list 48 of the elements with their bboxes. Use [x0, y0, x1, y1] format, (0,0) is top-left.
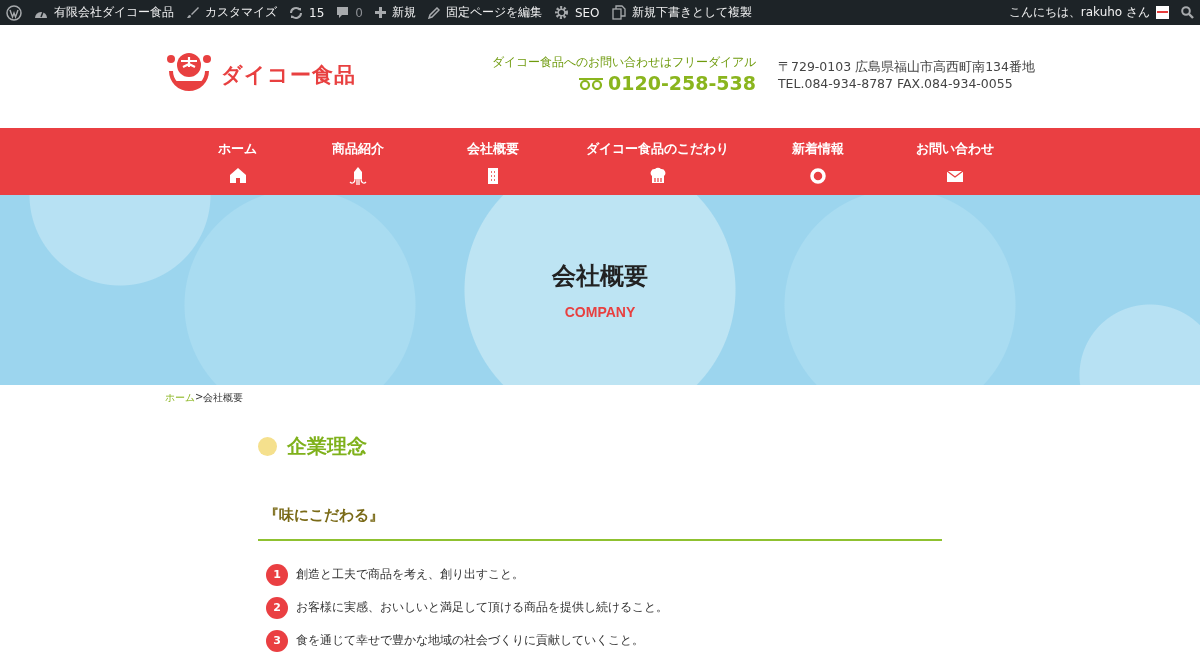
wordpress-logo-icon[interactable] [6, 4, 22, 21]
number-badge: 3 [266, 629, 288, 652]
admin-bar-item[interactable]: 15 [289, 0, 325, 25]
logo-text[interactable]: ダイコー食品 [221, 60, 356, 89]
search-icon[interactable] [1181, 6, 1194, 19]
nav-link[interactable]: ホーム [177, 128, 298, 195]
speech-bubble-icon [336, 6, 350, 19]
admin-bar-item[interactable]: 新規下書きとして複製 [611, 0, 752, 25]
admin-bar-item[interactable]: 有限会社ダイコー食品 [34, 0, 174, 25]
page-title: 会社概要 [552, 261, 648, 292]
nav-link[interactable]: 商品紹介 [297, 128, 418, 195]
squid-icon [348, 167, 367, 185]
free-dial-label: ダイコー食品へのお問い合わせはフリーダイアル [492, 55, 756, 70]
avatar-icon [1156, 6, 1169, 19]
copy-icon [611, 5, 626, 20]
breadcrumb-link[interactable]: ホーム [165, 391, 195, 405]
nav-link[interactable]: 会社概要 [417, 128, 568, 195]
number-badge: 2 [266, 596, 288, 619]
chef-hat-icon [648, 167, 667, 185]
free-dial-icon [578, 76, 604, 90]
user-greeting[interactable]: こんにちは、rakuho さん [1008, 0, 1169, 25]
principle-text: 創造と工夫で商品を考え、創り出すこと。 [296, 566, 524, 583]
section-subheading: 『味にこだわる』 [258, 506, 942, 541]
house-icon [228, 167, 247, 185]
address-text: 〒729-0103 広島県福山市高西町南134番地 [778, 57, 1035, 75]
tel-fax-text: TEL.084-934-8787 FAX.084-934-0055 [778, 74, 1014, 92]
heading-dot-icon [258, 437, 277, 456]
refresh-icon [289, 5, 303, 20]
nav-link[interactable]: お問い合わせ [887, 128, 1023, 195]
nav-link[interactable]: ダイコー食品のこだわり [567, 128, 748, 195]
principle-text: お客様に実感、おいしいと満足して頂ける商品を提供し続けること。 [296, 599, 668, 616]
ring-icon [808, 167, 827, 185]
admin-bar-item[interactable]: SEO [553, 0, 600, 25]
nav-link[interactable]: 新着情報 [747, 128, 888, 195]
number-badge: 1 [266, 563, 288, 586]
section-heading: 企業理念 [287, 433, 367, 460]
admin-bar-item[interactable]: 固定ページを編集 [427, 0, 542, 25]
gear-icon [553, 5, 569, 20]
admin-bar-item[interactable]: カスタマイズ [186, 0, 277, 25]
principle-text: 食を通じて幸せで豊かな地域の社会づくりに貢献していくこと。 [296, 632, 644, 649]
breadcrumb-current: 会社概要 [203, 391, 244, 405]
brush-icon [186, 6, 199, 19]
page-subtitle: COMPANY [564, 304, 636, 320]
admin-bar-item[interactable]: 新規 [374, 0, 416, 25]
breadcrumb-separator: > [195, 391, 204, 402]
plus-icon [374, 7, 386, 18]
admin-bar-item[interactable]: 0 [336, 0, 363, 25]
pencil-icon [427, 6, 440, 19]
